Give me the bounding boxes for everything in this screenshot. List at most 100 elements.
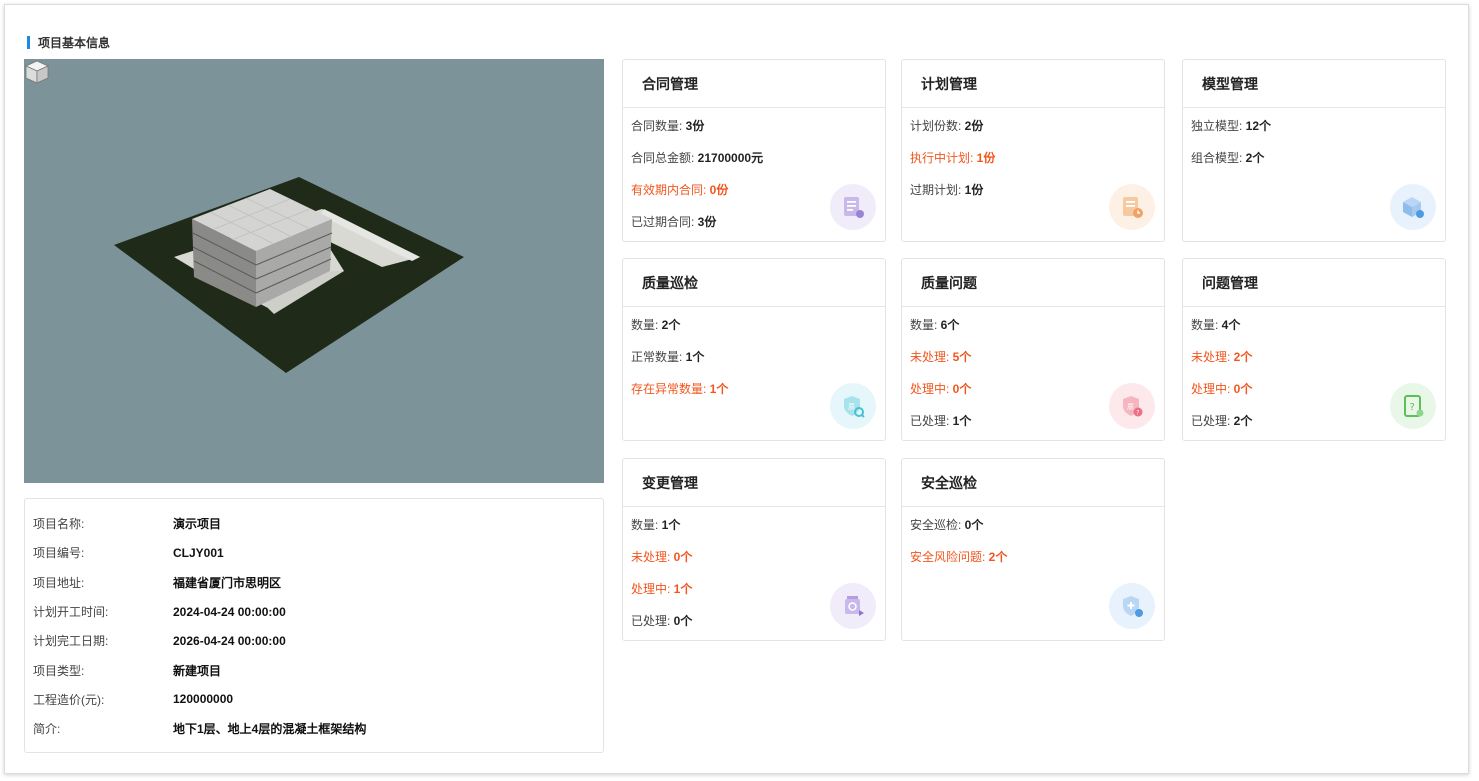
stat-label: 合同数量: [631, 119, 686, 133]
stat-value: 2份 [964, 119, 984, 133]
quality-problem-icon: 质? [1109, 383, 1155, 429]
info-label: 项目名称: [33, 517, 85, 532]
info-label: 工程造价(元): [33, 692, 105, 707]
contract-icon [830, 184, 876, 230]
stat-value: 2个 [988, 550, 1008, 564]
stat-label: 计划份数: [910, 119, 965, 133]
stat-row: 未处理: 0个 [631, 549, 885, 581]
info-label: 项目编号: [33, 546, 85, 561]
model-cube-icon [1390, 184, 1436, 230]
info-row: 计划开工时间: 2024-04-24 00:00:00 [33, 597, 603, 626]
stat-value: 5个 [952, 350, 972, 364]
info-row: 工程造价(元): 120000000 [33, 685, 603, 714]
module-card[interactable]: 安全巡检安全巡检: 0个 安全风险问题: 2个 [901, 458, 1165, 641]
stat-label: 数量: [631, 318, 662, 332]
stat-value: 0个 [952, 382, 972, 396]
info-row: 简介: 地下1层、地上4层的混凝土框架结构 [33, 714, 603, 743]
stat-row: 合同数量: 3份 [631, 118, 885, 150]
stat-label: 执行中计划: [910, 151, 977, 165]
info-row: 项目地址: 福建省厦门市思明区 [33, 568, 603, 597]
issue-icon: ? [1390, 383, 1436, 429]
title-accent-bar [27, 35, 30, 49]
stat-label: 存在异常数量: [631, 382, 710, 396]
info-value: 福建省厦门市思明区 [173, 575, 282, 590]
viewcube-icon[interactable] [24, 59, 50, 85]
stat-row: 执行中计划: 1份 [910, 150, 1164, 182]
stat-row: 安全风险问题: 2个 [910, 549, 1164, 581]
stat-value: 0个 [673, 550, 693, 564]
project-info-panel: 项目名称: 演示项目 项目编号: CLJY001 项目地址: 福建省厦门市思明区 计划开工时… [24, 498, 604, 753]
module-card[interactable]: 质量问题 数量: 6个 未处理: 5个 处理中: 0个 已处理: 1个 质? [901, 258, 1165, 441]
stat-value: 0个 [964, 518, 984, 532]
info-value: 120000000 [173, 692, 234, 707]
stat-row: 数量: 2个 [631, 317, 885, 349]
stat-label: 已处理: [631, 614, 674, 628]
stat-value: 1个 [952, 414, 972, 428]
stat-value: 2个 [661, 318, 681, 332]
stat-value: 6个 [940, 318, 960, 332]
card-title: 合同管理 [623, 60, 885, 108]
stat-label: 已处理: [1191, 414, 1234, 428]
stat-label: 合同总金额: [631, 151, 698, 165]
card-title: 问题管理 [1183, 259, 1445, 307]
module-card[interactable]: 模型管理独立模型: 12个组合模型: 2个 [1182, 59, 1446, 242]
stat-value: 1个 [709, 382, 729, 396]
card-title: 质量巡检 [623, 259, 885, 307]
stat-label: 处理中: [910, 382, 953, 396]
safety-shield-icon [1109, 583, 1155, 629]
module-card[interactable]: 质量巡检 数量: 2个 正常数量: 1个 存在异常数量: 1个质 [622, 258, 886, 441]
stat-label: 未处理: [910, 350, 953, 364]
info-label: 计划开工时间: [33, 605, 109, 620]
card-title: 变更管理 [623, 459, 885, 507]
stat-value: 1个 [685, 350, 705, 364]
quality-inspect-icon: 质 [830, 383, 876, 429]
stat-value: 1个 [673, 582, 693, 596]
stat-label: 未处理: [1191, 350, 1234, 364]
card-title: 模型管理 [1183, 60, 1445, 108]
section-title-text: 项目基本信息 [38, 35, 111, 50]
stat-value: 2个 [1233, 350, 1253, 364]
stat-value: 3份 [685, 119, 705, 133]
stat-value: 1个 [661, 518, 681, 532]
stat-label: 已过期合同: [631, 215, 698, 229]
stat-label: 独立模型: [1191, 119, 1246, 133]
stat-value: 1份 [964, 183, 984, 197]
stat-value: 1份 [976, 151, 996, 165]
stat-label: 处理中: [631, 582, 674, 596]
info-row: 项目名称: 演示项目 [33, 509, 603, 538]
stat-label: 未处理: [631, 550, 674, 564]
stat-value: 0份 [709, 183, 729, 197]
stat-value: 3份 [697, 215, 717, 229]
building-model-render[interactable] [24, 59, 604, 483]
stat-value: 0个 [673, 614, 693, 628]
model-viewer[interactable] [24, 59, 604, 483]
card-title: 安全巡检 [902, 459, 1164, 507]
info-value: 新建项目 [173, 663, 222, 678]
module-card[interactable]: 变更管理 数量: 1个 未处理: 0个 处理中: 1个 已处理: 0个 [622, 458, 886, 641]
stat-label: 数量: [1191, 318, 1222, 332]
stat-row: 数量: 1个 [631, 517, 885, 549]
svg-text:?: ? [1410, 402, 1415, 413]
module-card[interactable]: 计划管理 计划份数: 2份 执行中计划: 1份 过期计划: 1份 [901, 59, 1165, 242]
stat-row: 合同总金额: 21700000元 [631, 150, 885, 182]
stat-label: 过期计划: [910, 183, 965, 197]
info-row: 项目编号: CLJY001 [33, 538, 603, 567]
stat-value: 0个 [1233, 382, 1253, 396]
stat-value: 12个 [1245, 119, 1272, 133]
stat-label: 数量: [910, 318, 941, 332]
stat-label: 有效期内合同: [631, 183, 710, 197]
module-card[interactable]: 合同管理 合同数量: 3份 合同总金额: 21700000元 有效期内合同: 0份 已过… [622, 59, 886, 242]
info-value: 2024-04-24 00:00:00 [173, 604, 286, 619]
card-body: 独立模型: 12个组合模型: 2个 [1183, 108, 1445, 182]
stat-row: 安全巡检: 0个 [910, 517, 1164, 549]
module-card[interactable]: 问题管理 数量: 4个 未处理: 2个 处理中: 0个 已处理: 2个? [1182, 258, 1446, 441]
stat-row: 未处理: 2个 [1191, 349, 1445, 381]
svg-text:?: ? [1136, 410, 1139, 417]
stat-value: 4个 [1221, 318, 1241, 332]
change-icon [830, 583, 876, 629]
plan-clock-icon [1109, 184, 1155, 230]
stat-label: 组合模型: [1191, 151, 1246, 165]
stat-row: 正常数量: 1个 [631, 349, 885, 381]
stat-value: 21700000元 [697, 151, 764, 165]
stat-value: 2个 [1245, 151, 1265, 165]
